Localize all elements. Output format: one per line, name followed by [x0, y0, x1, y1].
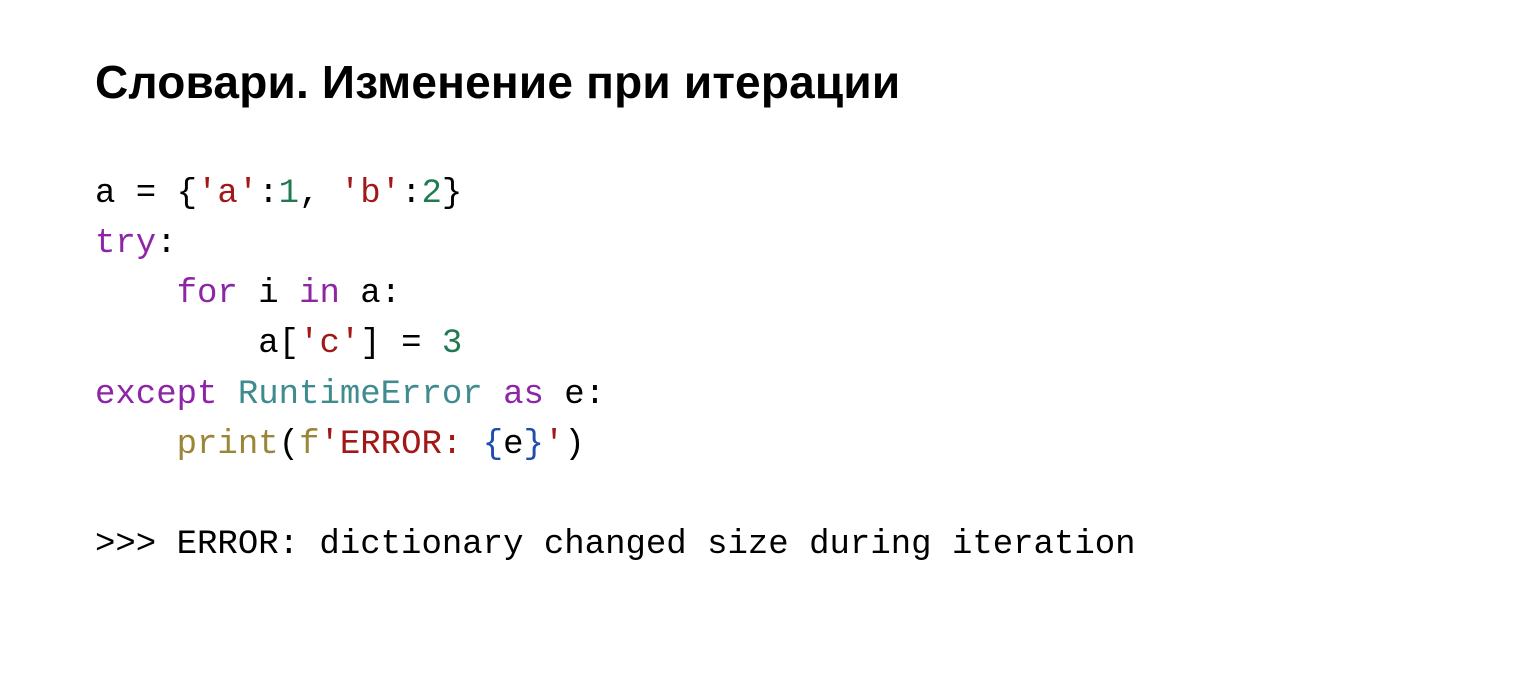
code-token: except: [95, 376, 217, 414]
code-token: :: [258, 175, 278, 213]
code-token: [483, 376, 503, 414]
slide: Словари. Изменение при итерации a = {'a'…: [0, 0, 1536, 570]
code-token: {: [483, 426, 503, 464]
code-token: as: [503, 376, 544, 414]
code-line-2: try:: [95, 225, 177, 263]
code-token: :: [156, 225, 176, 263]
code-token: e: [503, 426, 523, 464]
code-token: for: [177, 275, 238, 313]
code-token: ] =: [360, 325, 442, 363]
code-line-6: print(f'ERROR: {e}'): [95, 426, 585, 464]
code-token: }: [524, 426, 544, 464]
code-token: 1: [279, 175, 299, 213]
code-token: :: [401, 175, 421, 213]
code-token: 'ERROR:: [319, 426, 482, 464]
code-token: ,: [299, 175, 340, 213]
code-token: 'c': [299, 325, 360, 363]
code-token: f: [299, 426, 319, 464]
code-token: a = {: [95, 175, 197, 213]
code-token: try: [95, 225, 156, 263]
code-token: a:: [340, 275, 401, 313]
code-block: a = {'a':1, 'b':2} try: for i in a: a['c…: [95, 169, 1441, 470]
code-token: 'b': [340, 175, 401, 213]
code-token: RuntimeError: [238, 376, 483, 414]
slide-title: Словари. Изменение при итерации: [95, 55, 1441, 109]
code-token: (: [279, 426, 299, 464]
code-token: e:: [544, 376, 605, 414]
code-token: ': [544, 426, 564, 464]
code-token: }: [442, 175, 462, 213]
code-token: 3: [442, 325, 462, 363]
code-line-1: a = {'a':1, 'b':2}: [95, 175, 462, 213]
code-token: [217, 376, 237, 414]
code-line-3: for i in a:: [95, 275, 401, 313]
code-token: print: [177, 426, 279, 464]
code-token: ): [564, 426, 584, 464]
output-line: >>> ERROR: dictionary changed size durin…: [95, 520, 1441, 570]
code-line-5: except RuntimeError as e:: [95, 376, 605, 414]
code-line-4: a['c'] = 3: [95, 325, 462, 363]
code-token: 2: [422, 175, 442, 213]
code-token: i: [238, 275, 299, 313]
code-token: in: [299, 275, 340, 313]
code-token: a[: [258, 325, 299, 363]
code-token: 'a': [197, 175, 258, 213]
